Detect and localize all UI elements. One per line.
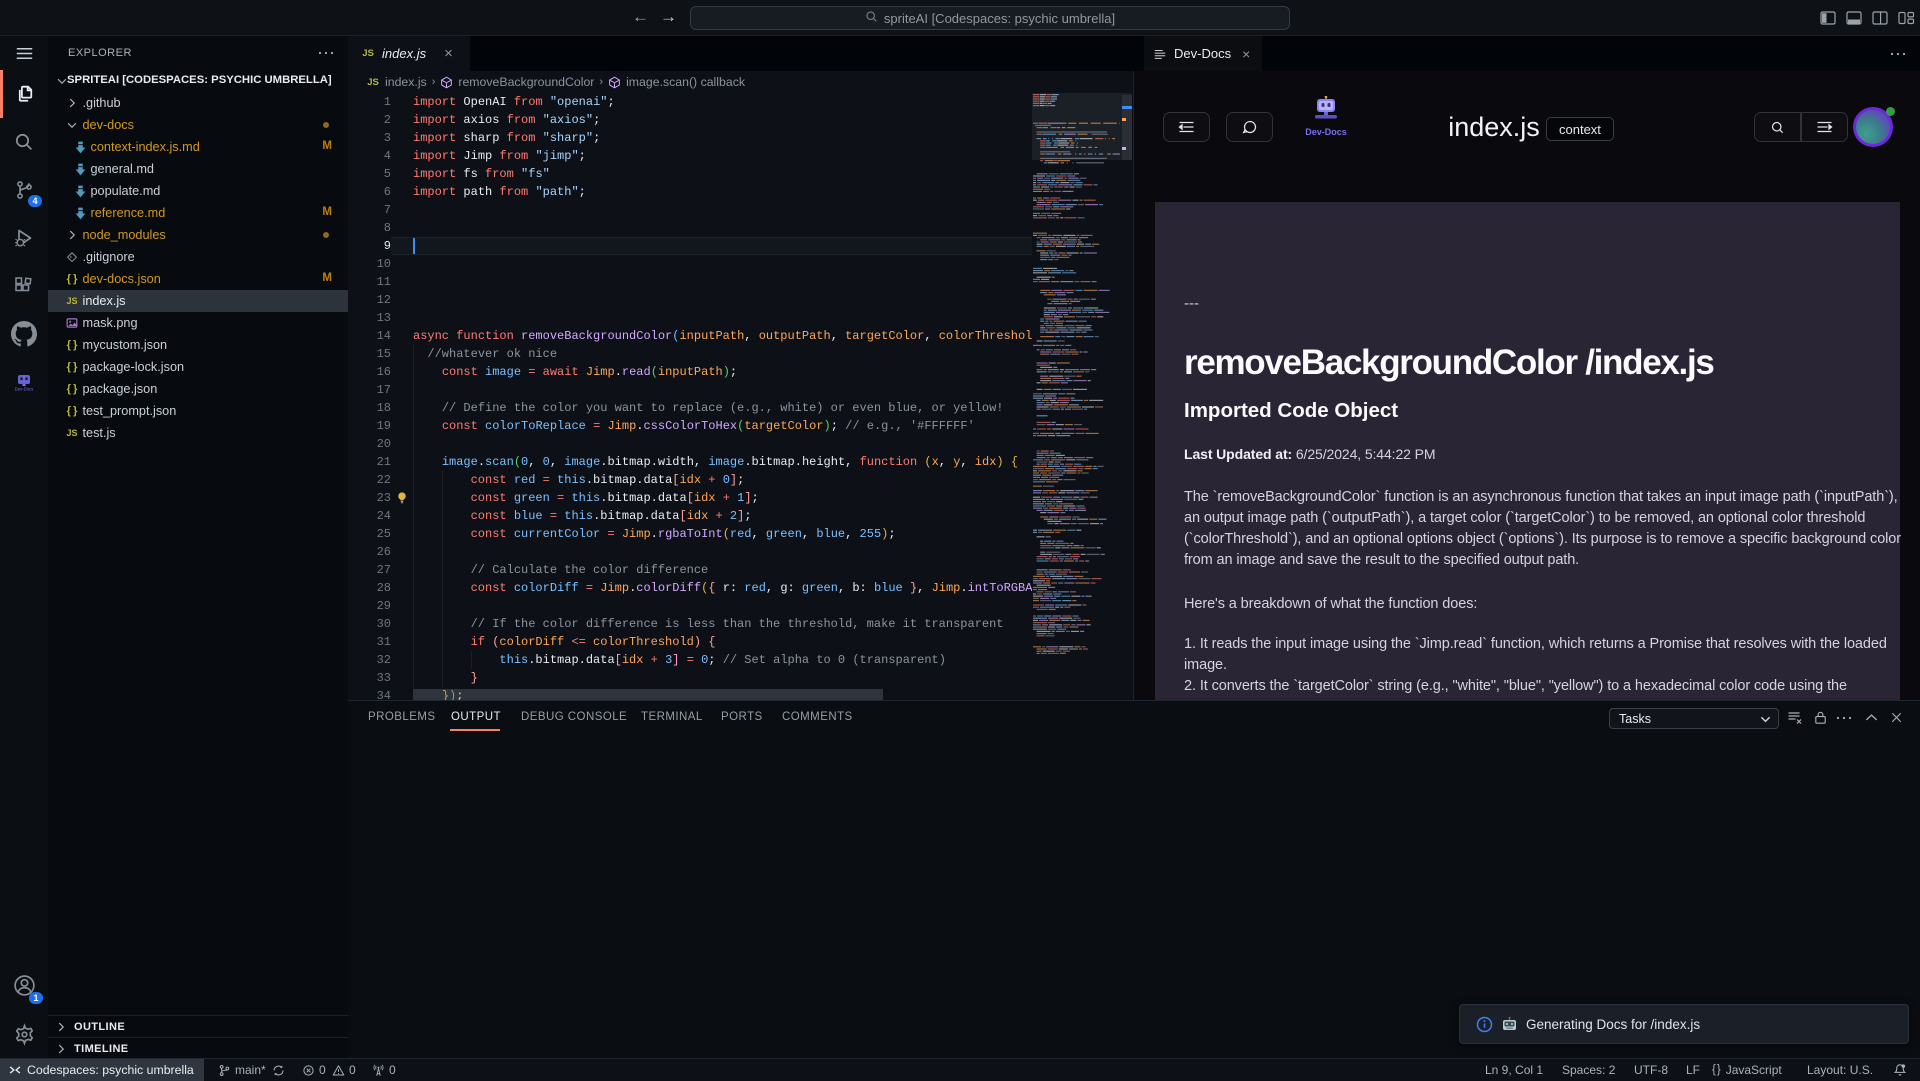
svg-text:Dev-Docs: Dev-Docs xyxy=(15,387,33,392)
